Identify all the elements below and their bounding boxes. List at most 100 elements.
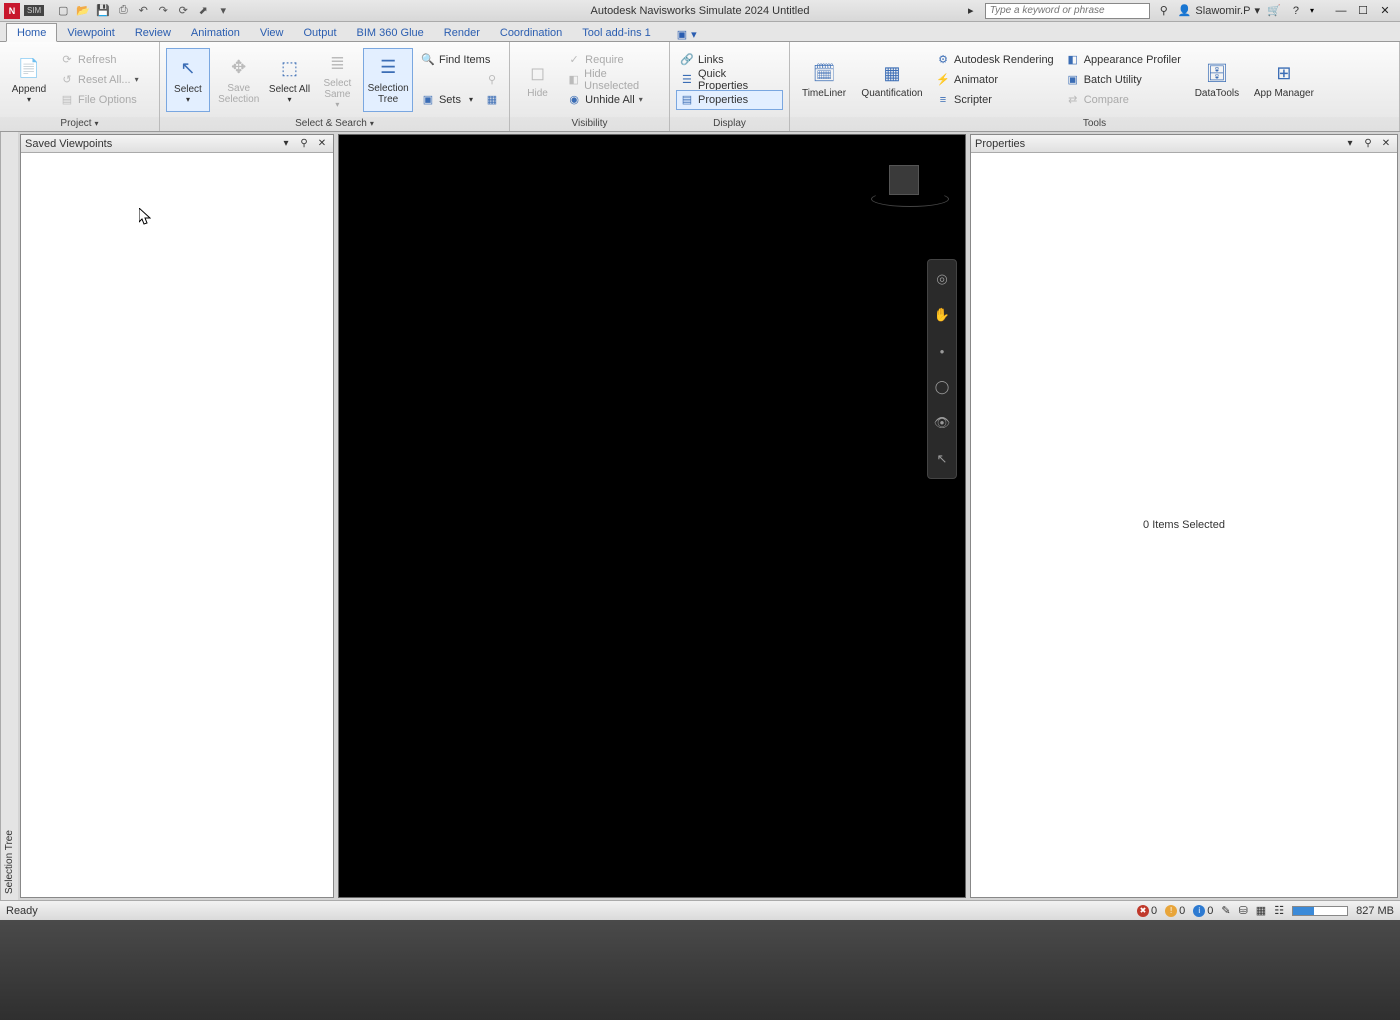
batch-utility-button[interactable]: ▣Batch Utility [1062, 70, 1185, 90]
maximize-button[interactable]: ☐ [1354, 4, 1372, 18]
pin-icon[interactable]: ⚲ [1361, 138, 1375, 150]
panel-options-icon[interactable]: ▾ [1343, 138, 1357, 150]
autodesk-rendering-button[interactable]: ⚙Autodesk Rendering [932, 50, 1058, 70]
minimize-button[interactable]: — [1332, 4, 1350, 18]
disk-icon[interactable]: ⛁ [1239, 904, 1248, 917]
appearance-profiler-button[interactable]: ◧Appearance Profiler [1062, 50, 1185, 70]
tab-home[interactable]: Home [6, 23, 57, 42]
info-icon: i [1193, 905, 1205, 917]
3d-viewport[interactable]: ◎ ✋ • ◯ 👁 ↖ [338, 134, 966, 898]
unhide-all-button[interactable]: ◉Unhide All [563, 90, 663, 110]
refresh-qat-icon[interactable]: ⟳ [176, 4, 190, 18]
view-cube[interactable] [871, 159, 931, 213]
help-dropdown-icon[interactable]: ▾ [1310, 6, 1314, 15]
select-qat-icon[interactable]: ⬈ [196, 4, 210, 18]
cart-icon[interactable]: 🛒 [1266, 3, 1282, 19]
append-icon: 📄 [16, 56, 42, 82]
animator-button[interactable]: ⚡Animator [932, 70, 1058, 90]
save-icon[interactable]: 💾 [96, 4, 110, 18]
selection-tree-collapsed-tab[interactable]: Selection Tree [0, 132, 18, 900]
print-icon[interactable]: ⎙ [116, 4, 130, 18]
ribbon-extras[interactable]: ▣▾ [677, 28, 697, 41]
search-input[interactable] [985, 3, 1150, 19]
redo-icon[interactable]: ↷ [156, 4, 170, 18]
warning-count-label: 0 [1179, 905, 1185, 917]
pin-icon[interactable]: ⚲ [297, 138, 311, 150]
compare-button[interactable]: ⇄Compare [1062, 90, 1185, 110]
user-menu[interactable]: 👤 Slawomir.P ▾ [1178, 4, 1260, 17]
select-same-button[interactable]: ≣Select Same▾ [315, 48, 359, 112]
error-count[interactable]: ✖0 [1137, 905, 1157, 917]
find-items-button[interactable]: 🔍Find Items [417, 50, 503, 70]
ribbon: 📄 Append ▾ ⟳Refresh ↺Reset All... ▤File … [0, 42, 1400, 132]
refresh-button[interactable]: ⟳Refresh [56, 50, 143, 70]
select-all-icon: ⬚ [276, 56, 302, 82]
quick-find-button[interactable]: ⚲ [417, 70, 503, 90]
pencil-icon[interactable]: ✎ [1221, 904, 1230, 917]
autodesk-rendering-label: Autodesk Rendering [954, 54, 1054, 66]
warning-count[interactable]: !0 [1165, 905, 1185, 917]
new-icon[interactable]: ▢ [56, 4, 70, 18]
scripter-button[interactable]: ≡Scripter [932, 90, 1058, 110]
file-options-icon: ▤ [60, 93, 74, 107]
viewcube-ring[interactable] [871, 191, 949, 207]
file-options-button[interactable]: ▤File Options [56, 90, 143, 110]
require-button[interactable]: ✓Require [563, 50, 663, 70]
sets-manager-icon[interactable]: ▦ [485, 93, 499, 107]
panel-project-title[interactable]: Project▾ [0, 117, 159, 131]
tab-bim360glue[interactable]: BIM 360 Glue [347, 24, 434, 41]
hide-button[interactable]: ◻Hide [516, 48, 559, 112]
reset-all-button[interactable]: ↺Reset All... [56, 70, 143, 90]
panel-project: 📄 Append ▾ ⟳Refresh ↺Reset All... ▤File … [0, 42, 160, 131]
select-button[interactable]: ↖Select▾ [166, 48, 210, 112]
hide-unselected-button[interactable]: ◧Hide Unselected [563, 70, 663, 90]
open-icon[interactable]: 📂 [76, 4, 90, 18]
qat-dropdown-icon[interactable]: ▾ [216, 4, 230, 18]
status-ready-label: Ready [6, 905, 38, 917]
saved-viewpoints-content[interactable] [21, 153, 333, 897]
quick-properties-button[interactable]: ☰Quick Properties [676, 70, 783, 90]
quantification-button[interactable]: ▦Quantification [856, 48, 928, 112]
panel-options-icon[interactable]: ▾ [279, 138, 293, 150]
close-icon[interactable]: ✕ [315, 138, 329, 150]
panel-visibility: ◻Hide ✓Require ◧Hide Unselected ◉Unhide … [510, 42, 670, 131]
saved-viewpoints-header[interactable]: Saved Viewpoints ▾ ⚲ ✕ [21, 135, 333, 153]
datatools-button[interactable]: 🗄DataTools [1189, 48, 1245, 112]
sets-button[interactable]: ▣Sets▾▦ [417, 90, 503, 110]
links-button[interactable]: 🔗Links [676, 50, 783, 70]
tab-animation[interactable]: Animation [181, 24, 250, 41]
properties-button[interactable]: ▤Properties [676, 90, 783, 110]
look-icon[interactable]: 👁 [933, 414, 951, 432]
tab-review[interactable]: Review [125, 24, 181, 41]
undo-icon[interactable]: ↶ [136, 4, 150, 18]
timeliner-button[interactable]: 🗓TimeLiner [796, 48, 852, 112]
select-all-button[interactable]: ⬚Select All▾ [268, 48, 312, 112]
help-icon[interactable]: ? [1288, 3, 1304, 19]
tab-render[interactable]: Render [434, 24, 490, 41]
steering-wheel-icon[interactable]: ◎ [933, 270, 951, 288]
app-manager-button[interactable]: ⊞App Manager [1249, 48, 1319, 112]
info-count[interactable]: i0 [1193, 905, 1213, 917]
orbit-icon[interactable]: ◯ [933, 378, 951, 396]
select-nav-icon[interactable]: ↖ [933, 450, 951, 468]
grid-icon[interactable]: ▦ [1256, 904, 1266, 917]
selection-tree-button[interactable]: ☰Selection Tree [363, 48, 413, 112]
search-expand-icon[interactable]: ▸ [963, 3, 979, 19]
tab-viewpoint[interactable]: Viewpoint [57, 24, 125, 41]
save-selection-button[interactable]: ✥Save Selection [214, 48, 264, 112]
app-manager-label: App Manager [1254, 88, 1314, 99]
tab-output[interactable]: Output [294, 24, 347, 41]
select-same-label: Select Same [316, 78, 358, 100]
tab-coordination[interactable]: Coordination [490, 24, 572, 41]
tab-tooladdins1[interactable]: Tool add-ins 1 [572, 24, 661, 41]
close-button[interactable]: ✕ [1376, 4, 1394, 18]
pan-icon[interactable]: ✋ [933, 306, 951, 324]
tab-view[interactable]: View [250, 24, 294, 41]
close-icon[interactable]: ✕ [1379, 138, 1393, 150]
properties-header[interactable]: Properties ▾ ⚲ ✕ [971, 135, 1397, 153]
zoom-icon[interactable]: • [933, 342, 951, 360]
search-icon[interactable]: ⚲ [1156, 3, 1172, 19]
layers-icon[interactable]: ☷ [1274, 904, 1284, 917]
panel-select-search-title[interactable]: Select & Search▾ [160, 117, 509, 131]
append-button[interactable]: 📄 Append ▾ [6, 48, 52, 112]
